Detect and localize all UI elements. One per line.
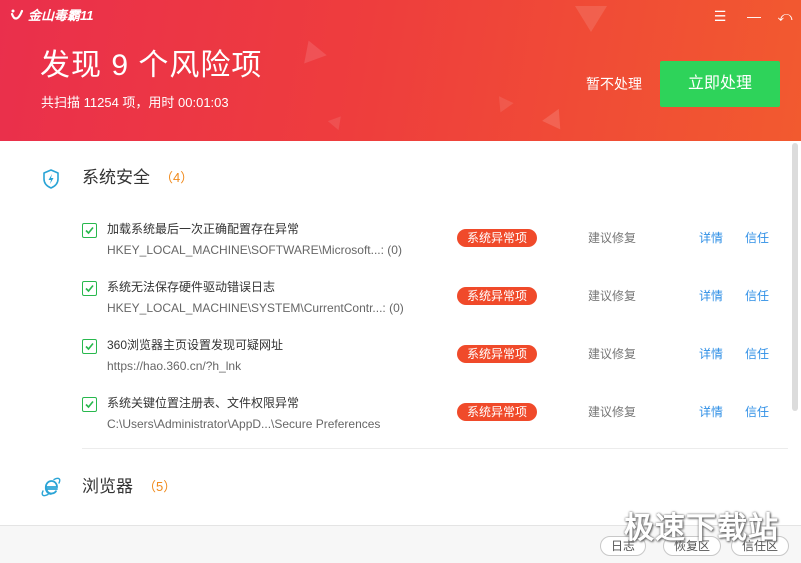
item-title: 系统关键位置注册表、文件权限异常 xyxy=(107,396,300,410)
back-icon[interactable]: ⤺ xyxy=(776,7,794,25)
app-name: 金山毒霸11 xyxy=(28,8,94,23)
menu-icon[interactable]: ☰ xyxy=(711,7,729,25)
minimize-icon[interactable]: — xyxy=(745,7,763,25)
list-item: 系统关键位置注册表、文件权限异常 C:\Users\Administrator\… xyxy=(0,393,790,451)
header-banner: 金山毒霸11 ☰ — ⤺ 发现 9 个风险项 共扫描 11254 项，用时 00… xyxy=(0,0,801,141)
item-checkbox[interactable] xyxy=(82,397,97,412)
suggestion-text: 建议修复 xyxy=(588,289,637,303)
section-divider xyxy=(82,448,788,449)
results-list: 系统安全 （4） 加载系统最后一次正确配置存在异常 HKEY_LOCAL_MAC… xyxy=(0,141,801,525)
item-checkbox[interactable] xyxy=(82,339,97,354)
section-count: （5） xyxy=(143,479,177,494)
suggestion-text: 建议修复 xyxy=(588,347,637,361)
section-title-browser: 浏览器 xyxy=(82,477,133,496)
decor-triangle xyxy=(542,104,568,130)
section-title-system-security: 系统安全 xyxy=(82,168,150,187)
decor-triangle xyxy=(327,111,347,131)
app-logo-icon xyxy=(10,8,24,24)
suggestion-text: 建议修复 xyxy=(588,231,637,245)
item-path: https://hao.360.cn/?h_lnk xyxy=(107,359,242,373)
decor-triangle xyxy=(297,36,327,64)
trust-link[interactable]: 信任 xyxy=(745,403,769,421)
item-checkbox[interactable] xyxy=(82,223,97,238)
list-item: 360浏览器主页设置发现可疑网址 https://hao.360.cn/?h_l… xyxy=(0,335,790,393)
scrollbar-thumb[interactable] xyxy=(792,143,798,411)
trust-link[interactable]: 信任 xyxy=(745,229,769,247)
fix-now-button[interactable]: 立即处理 xyxy=(660,61,780,107)
status-badge: 系统异常项 xyxy=(457,403,537,421)
item-path: HKEY_LOCAL_MACHINE\SYSTEM\CurrentContr..… xyxy=(107,301,404,315)
status-badge: 系统异常项 xyxy=(457,345,537,363)
item-checkbox[interactable] xyxy=(82,281,97,296)
suggestion-text: 建议修复 xyxy=(588,405,637,419)
details-link[interactable]: 详情 xyxy=(699,403,723,421)
skip-button[interactable]: 暂不处理 xyxy=(574,73,654,95)
trust-link[interactable]: 信任 xyxy=(745,345,769,363)
decor-triangle xyxy=(492,91,514,113)
result-title: 发现 9 个风险项 xyxy=(40,49,263,82)
status-badge: 系统异常项 xyxy=(457,229,537,247)
details-link[interactable]: 详情 xyxy=(699,345,723,363)
item-path: HKEY_LOCAL_MACHINE\SOFTWARE\Microsoft...… xyxy=(107,243,402,257)
ie-icon xyxy=(40,476,62,498)
item-title: 360浏览器主页设置发现可疑网址 xyxy=(107,338,284,352)
item-path: C:\Users\Administrator\AppD...\Secure Pr… xyxy=(107,417,381,431)
scan-summary: 共扫描 11254 项，用时 00:01:03 xyxy=(41,95,229,110)
trust-link[interactable]: 信任 xyxy=(745,287,769,305)
list-item: 系统无法保存硬件驱动错误日志 HKEY_LOCAL_MACHINE\SYSTEM… xyxy=(0,277,790,335)
status-badge: 系统异常项 xyxy=(457,287,537,305)
item-title: 加载系统最后一次正确配置存在异常 xyxy=(107,222,300,236)
shield-icon xyxy=(40,168,62,190)
list-item: 加载系统最后一次正确配置存在异常 HKEY_LOCAL_MACHINE\SOFT… xyxy=(0,219,790,277)
title-bar: 金山毒霸11 ☰ — ⤺ xyxy=(0,0,801,32)
details-link[interactable]: 详情 xyxy=(699,229,723,247)
details-link[interactable]: 详情 xyxy=(699,287,723,305)
watermark: 极速下载站 xyxy=(624,512,779,545)
section-count: （4） xyxy=(160,170,194,185)
item-title: 系统无法保存硬件驱动错误日志 xyxy=(107,280,276,294)
